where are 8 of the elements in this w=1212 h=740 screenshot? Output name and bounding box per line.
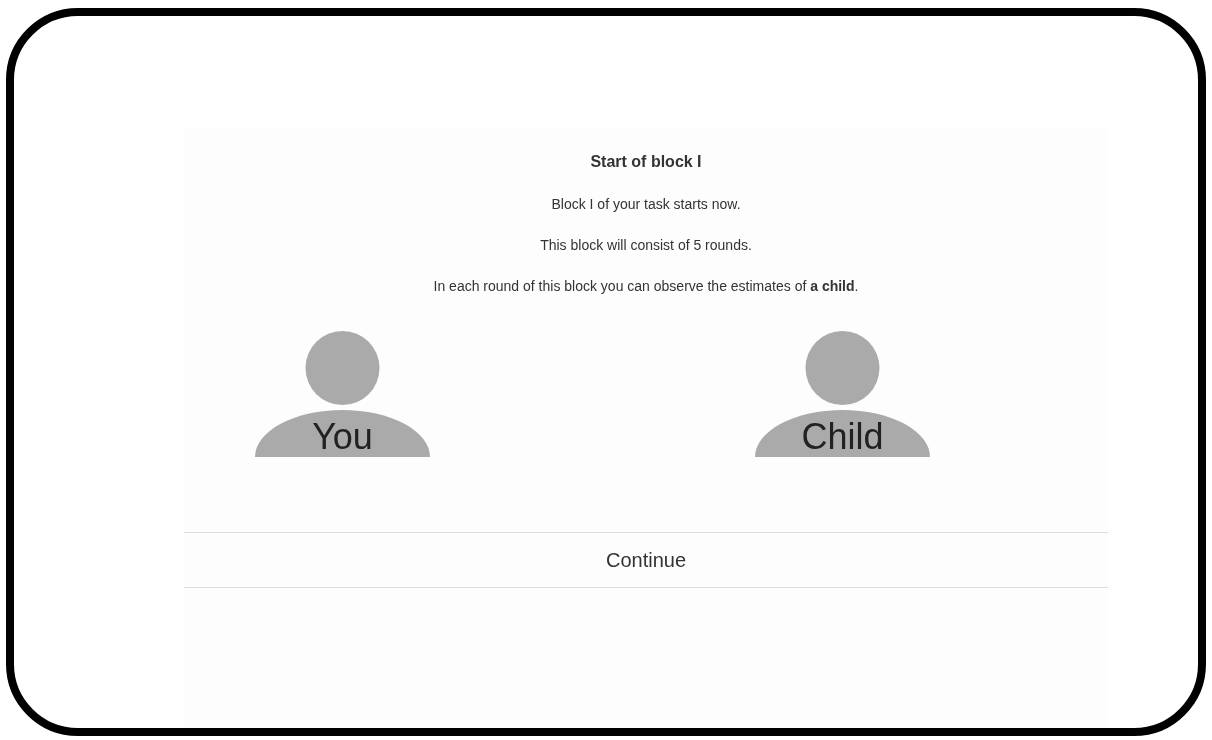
person-silhouette-icon (255, 331, 430, 457)
instruction-text: Block I of your task starts now. (551, 196, 741, 212)
instruction-text: This block will consist of 5 rounds. (540, 237, 752, 253)
person-silhouette-icon (755, 331, 930, 457)
instruction-text: In each round of this block you can observe the estimates of a child. (433, 278, 859, 294)
person-label: You (312, 419, 373, 455)
block-title: Start of block I (590, 153, 702, 171)
person-label: Child (801, 419, 884, 455)
